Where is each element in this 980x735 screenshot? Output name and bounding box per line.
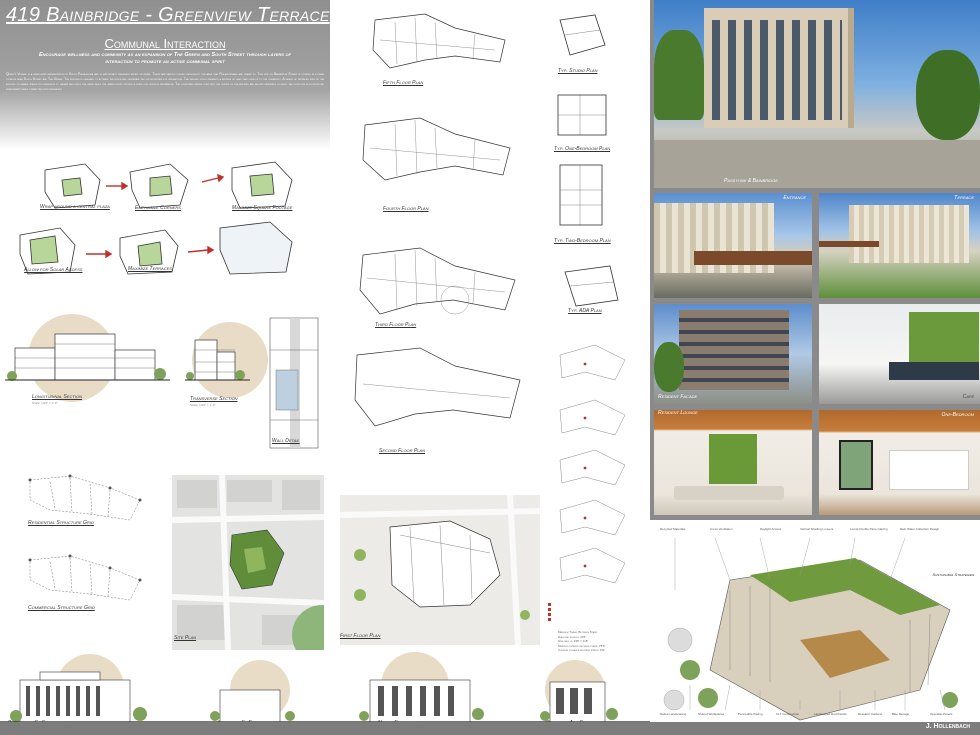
axonometric-drawing: [663, 537, 958, 721]
longitudinal-section-label: Longitudinal Section: [32, 394, 82, 400]
intro-paragraph: Queen's Village is a mixed-used neighbor…: [6, 72, 324, 91]
first-floor-map: [340, 495, 540, 645]
onebed-caption: One-Bedroom: [941, 412, 974, 418]
diagram-label-corners: Emphasize Corners: [135, 205, 181, 211]
cafe-caption: Café: [962, 394, 974, 400]
strategy-bottom: Landscaped Roof Decks: [814, 712, 847, 716]
site-plan: Site Plan: [172, 475, 324, 650]
page-title: 419 Bainbridge - Greenview Terrace: [6, 4, 330, 26]
one-bed-plan-label: Typ. One-Bedroom Plan: [554, 146, 611, 152]
plaza-ground: [654, 140, 980, 188]
section-drawings: [5, 314, 319, 449]
main-rendering-caption: Passyunk & Bainbridge: [724, 178, 778, 184]
strategy-bottom: Permeable Paving: [738, 712, 763, 716]
axonometric-panel: Sustainable Strategies Recycled Material…: [650, 520, 980, 735]
entrance-rendering: Entrance: [654, 193, 812, 298]
unit-plans-column: Typ. Studio Plan Typ. One-Bedroom Plan T…: [540, 0, 650, 653]
facade-building: [679, 310, 789, 390]
entrance-canopy: [694, 251, 812, 265]
transverse-scale: Scale: 1/16" = 1'-0": [190, 403, 216, 407]
commercial-grid-label: Commercial Structure Grid: [28, 605, 95, 611]
lounge-sofa: [674, 486, 784, 500]
building-windows: [712, 20, 842, 120]
strategy-top: Rain Water Collection Design: [900, 527, 940, 531]
onebed-window: [839, 440, 873, 490]
tree-left: [654, 30, 704, 120]
facade-rendering: Resident Facade: [654, 304, 812, 404]
lounge-rendering: Resident Lounge: [654, 410, 812, 515]
grid-drawings: [28, 474, 142, 601]
cafe-counter: [889, 362, 979, 380]
footer-bar: [0, 722, 980, 735]
fifth-floor-label: Fifth Floor Plan: [383, 80, 424, 86]
cafe-rendering: Café: [819, 304, 980, 404]
site-plan-map: [172, 475, 324, 650]
strategy-top: Daylight Access: [760, 527, 782, 531]
strategy-bottom: Bike Storage: [892, 712, 910, 716]
terrace-rendering: Terrace: [819, 193, 980, 298]
diagram-label-wrap: Wrap around a central plaza: [40, 204, 110, 210]
structure-grids: Residential Structure Grid Commercial St…: [0, 470, 165, 640]
site-plan-label: Site Plan: [174, 635, 197, 641]
two-bed-plan-label: Typ. Two-Bedroom Plan: [554, 238, 611, 244]
transverse-section-label: Transverse Section: [190, 396, 238, 402]
author-name: J. Hollenbach: [925, 723, 970, 730]
strategy-bottom: Resident Gardens: [858, 712, 883, 716]
cafe-green-wall: [909, 312, 979, 362]
ada-plan-label: Typ. ADA Plan: [568, 308, 602, 314]
facade-caption: Resident Facade: [658, 394, 698, 400]
wall-detail-label: Wall Detail: [272, 438, 300, 444]
first-floor-plan: First Floor Plan: [340, 495, 540, 645]
strategy-bottom: Shared Workplaces: [698, 712, 725, 716]
diagram-label-square-footage: Maximize Square Footage: [232, 205, 293, 211]
facade-tree: [654, 342, 684, 392]
diagram-label-solar: Allow for Solar Access: [24, 267, 83, 273]
egress-note: Current distance between stairs: 151': [558, 648, 606, 652]
terrace-caption: Terrace: [954, 195, 974, 201]
onebed-kitchen: [889, 450, 969, 490]
diagram-label-terraces: Maximize Terraces: [128, 266, 172, 272]
tree-right: [916, 50, 980, 140]
strategy-top: Cross Ventilation: [710, 527, 733, 531]
strategy-bottom: Native Landscaping: [660, 712, 687, 716]
tagline: Encourage wellness and community as an e…: [38, 52, 292, 66]
strategies-heading: Sustainable Strategies: [932, 572, 974, 577]
fourth-floor-label: Fourth Floor Plan: [383, 206, 429, 212]
main-rendering: Passyunk & Bainbridge: [654, 0, 980, 188]
section-subtitle: Communal Interaction: [104, 36, 226, 51]
onebed-rendering: One-Bedroom: [819, 410, 980, 515]
longitudinal-scale: Scale: 1/16" = 1'-0": [32, 401, 58, 405]
strategy-top: Low-E Double Pane Glazing: [850, 527, 888, 531]
strategy-bottom: CLT Construction: [776, 712, 800, 716]
lounge-green-wall: [709, 434, 757, 484]
residential-grid-label: Residential Structure Grid: [28, 520, 94, 526]
entrance-caption: Entrance: [783, 195, 806, 201]
massing-diagrams: Wrap around a central plaza Emphasize Co…: [0, 150, 330, 290]
strategy-top: Recycled Materials: [660, 527, 686, 531]
sections-area: Longitudinal Section Scale: 1/16" = 1'-0…: [0, 310, 330, 470]
terrace-building: [849, 205, 969, 263]
second-floor-label: Second Floor Plan: [379, 448, 426, 454]
third-floor-label: Third Floor Plan: [375, 322, 417, 328]
strategy-bottom: Operable Panels: [930, 712, 953, 716]
studio-plan-label: Typ. Studio Plan: [558, 68, 598, 74]
terrace-pergola: [819, 241, 879, 247]
egress-notes: Maximum Travel Between Stairs Diagonal L…: [558, 630, 648, 653]
strategy-top: Vertical Shading Louvers: [800, 527, 834, 531]
unit-plan-drawings: [548, 14, 626, 621]
first-floor-label: First Floor Plan: [340, 633, 381, 639]
lounge-caption: Resident Lounge: [658, 410, 698, 416]
